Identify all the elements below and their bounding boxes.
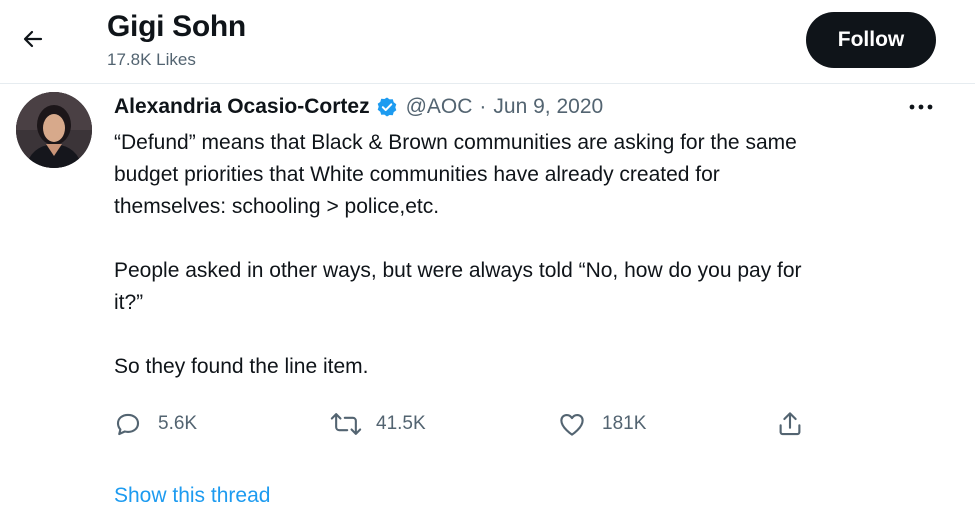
avatar[interactable] bbox=[16, 92, 92, 168]
reply-count: 5.6K bbox=[158, 413, 198, 434]
likes-count: 17.8K Likes bbox=[107, 50, 196, 69]
author-handle[interactable]: @AOC bbox=[406, 95, 473, 119]
back-button[interactable] bbox=[14, 20, 52, 58]
meta-separator: · bbox=[479, 95, 487, 118]
tweet-line: it?” bbox=[114, 291, 144, 314]
tweet-page: Gigi Sohn 17.8K Likes Follow Alexandria … bbox=[0, 0, 975, 525]
show-thread-link[interactable]: Show this thread bbox=[114, 484, 270, 508]
tweet-line: People asked in other ways, but were alw… bbox=[114, 259, 802, 282]
more-options-button[interactable] bbox=[906, 94, 936, 120]
arrow-left-icon bbox=[23, 30, 43, 48]
heart-icon bbox=[556, 408, 588, 440]
like-count: 181K bbox=[602, 413, 647, 434]
verified-badge-icon bbox=[376, 96, 398, 118]
follow-button[interactable]: Follow bbox=[806, 12, 936, 68]
retweet-icon bbox=[330, 408, 362, 440]
tweet-line: themselves: schooling > police,etc. bbox=[114, 195, 440, 218]
avatar-photo bbox=[16, 92, 92, 168]
reply-icon bbox=[112, 408, 144, 440]
profile-name: Gigi Sohn bbox=[107, 10, 246, 43]
profile-header: Gigi Sohn 17.8K Likes Follow bbox=[0, 0, 975, 84]
tweet-line: budget priorities that White communities… bbox=[114, 163, 720, 186]
share-button[interactable] bbox=[774, 406, 806, 442]
tweet-line: So they found the line item. bbox=[114, 355, 369, 378]
tweet-text: “Defund” means that Black & Brown commun… bbox=[114, 127, 934, 383]
like-button[interactable]: 181K bbox=[556, 406, 646, 442]
more-options-icon bbox=[909, 104, 933, 110]
tweet-date[interactable]: Jun 9, 2020 bbox=[493, 95, 603, 119]
share-icon bbox=[774, 408, 806, 440]
retweet-button[interactable]: 41.5K bbox=[330, 406, 426, 442]
retweet-count: 41.5K bbox=[376, 413, 426, 434]
reply-button[interactable]: 5.6K bbox=[112, 406, 197, 442]
tweet-line: “Defund” means that Black & Brown commun… bbox=[114, 131, 797, 154]
tweet-header: Alexandria Ocasio-Cortez @AOC · Jun 9, 2… bbox=[114, 93, 603, 121]
author-name[interactable]: Alexandria Ocasio-Cortez bbox=[114, 95, 370, 119]
